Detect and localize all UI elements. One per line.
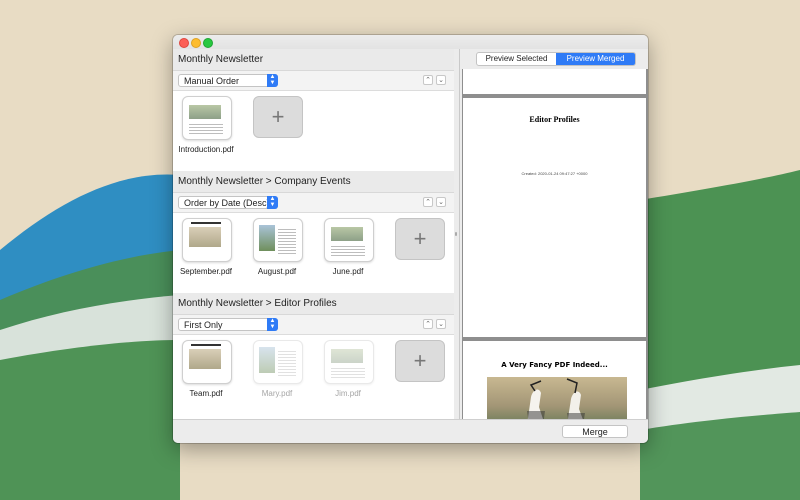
section-controls: Manual Order ▲ ▼ ⌃ ⌄ (173, 71, 454, 91)
move-up-button[interactable]: ⌃ (423, 75, 433, 85)
pdf-thumbnail (182, 96, 232, 140)
preview-page: Editor Profiles Created: 2020-01-24 09:4… (463, 98, 646, 337)
section-controls: Order by Date (Desc) ▲ ▼ ⌃ ⌄ (173, 193, 454, 213)
file-name: Jim.pdf (335, 389, 361, 398)
title-bar[interactable] (173, 35, 648, 49)
thumbnail-image (189, 227, 221, 247)
move-down-button[interactable]: ⌄ (436, 197, 446, 207)
sections-pane: Monthly Newsletter Manual Order ▲ ▼ ⌃ ⌄ I… (173, 49, 455, 419)
file-name: August.pdf (257, 267, 297, 276)
section-title: Monthly Newsletter (173, 49, 454, 71)
move-down-button[interactable]: ⌄ (436, 75, 446, 85)
thumbnail-heading (191, 344, 221, 346)
order-popup[interactable]: Order by Date (Desc) ▲ ▼ (178, 196, 278, 209)
pdf-thumbnail (182, 218, 232, 262)
pdf-thumbnail (324, 218, 374, 262)
merged-pdf-preview[interactable]: Editor Profiles Created: 2020-01-24 09:4… (462, 69, 648, 419)
thumbnail-text (278, 227, 296, 255)
file-tile[interactable]: September.pdf (176, 218, 236, 276)
order-popup-value: Order by Date (Desc) (184, 198, 270, 208)
close-button[interactable] (179, 38, 189, 48)
move-up-button[interactable]: ⌃ (423, 197, 433, 207)
section-editor-profiles: Monthly Newsletter > Editor Profiles Fir… (173, 293, 454, 419)
section-title: Monthly Newsletter > Company Events (173, 171, 454, 193)
add-file-button[interactable]: + (395, 340, 445, 382)
zoom-button[interactable] (203, 38, 213, 48)
add-file-button[interactable]: + (395, 218, 445, 260)
minimize-button[interactable] (191, 38, 201, 48)
app-window: Monthly Newsletter Manual Order ▲ ▼ ⌃ ⌄ I… (173, 35, 648, 443)
file-name: June.pdf (332, 267, 364, 276)
file-name: Mary.pdf (261, 389, 293, 398)
file-tile[interactable]: Mary.pdf (247, 340, 307, 398)
thumbnail-text (331, 366, 365, 380)
file-grid: Team.pdf Mary.pdf Jim.pdf + (173, 335, 454, 419)
file-tile[interactable]: Jim.pdf (318, 340, 378, 398)
section-company-events: Monthly Newsletter > Company Events Orde… (173, 171, 454, 313)
page-created-date: Created: 2020-01-24 09:47:27 +0000 (521, 171, 588, 176)
merge-button[interactable]: Merge (562, 425, 628, 438)
section-title: Monthly Newsletter > Editor Profiles (173, 293, 454, 315)
popup-arrows-icon: ▲ ▼ (267, 196, 278, 209)
thumbnail-image (259, 347, 275, 373)
add-file-button[interactable]: + (253, 96, 303, 138)
file-tile[interactable]: Introduction.pdf (176, 96, 236, 154)
file-name: Team.pdf (189, 389, 223, 398)
pdf-thumbnail (253, 340, 303, 384)
order-popup[interactable]: First Only ▲ ▼ (178, 318, 278, 331)
thumbnail-image (189, 349, 221, 369)
preview-page: A Very Fancy PDF Indeed... (463, 341, 646, 419)
thumbnail-text (331, 244, 365, 258)
order-popup-value: Manual Order (184, 76, 240, 86)
pdf-thumbnail (253, 218, 303, 262)
preview-pane: Preview Selected Preview Merged Editor P… (460, 49, 648, 419)
order-popup-value: First Only (184, 320, 223, 330)
thumbnail-image (331, 227, 363, 241)
page-title: Editor Profiles (529, 115, 580, 124)
thumbnail-image (259, 225, 275, 251)
thumbnail-image (189, 105, 221, 119)
cranes-image (527, 378, 585, 419)
thumbnail-text (189, 122, 223, 136)
pdf-thumbnail (324, 340, 374, 384)
thumbnail-heading (191, 222, 221, 224)
page-image (487, 377, 627, 419)
popup-arrows-icon: ▲ ▼ (267, 318, 278, 331)
file-name: Introduction.pdf (178, 145, 234, 154)
preview-page (463, 69, 646, 94)
section-monthly-newsletter: Monthly Newsletter Manual Order ▲ ▼ ⌃ ⌄ I… (173, 49, 454, 191)
pdf-thumbnail (182, 340, 232, 384)
bottom-toolbar: Merge (173, 419, 648, 443)
order-popup[interactable]: Manual Order ▲ ▼ (178, 74, 278, 87)
thumbnail-text (278, 349, 296, 377)
move-down-button[interactable]: ⌄ (436, 319, 446, 329)
page-heading: A Very Fancy PDF Indeed... (501, 361, 608, 369)
section-controls: First Only ▲ ▼ ⌃ ⌄ (173, 315, 454, 335)
file-tile[interactable]: Team.pdf (176, 340, 236, 398)
preview-mode-segmented-control: Preview Selected Preview Merged (476, 52, 636, 66)
preview-selected-segment[interactable]: Preview Selected (477, 53, 556, 65)
move-up-button[interactable]: ⌃ (423, 319, 433, 329)
preview-merged-segment[interactable]: Preview Merged (556, 53, 635, 65)
thumbnail-image (331, 349, 363, 363)
divider-grip-icon (455, 232, 457, 236)
file-tile[interactable]: June.pdf (318, 218, 378, 276)
file-tile[interactable]: August.pdf (247, 218, 307, 276)
file-name: September.pdf (179, 267, 233, 276)
popup-arrows-icon: ▲ ▼ (267, 74, 278, 87)
